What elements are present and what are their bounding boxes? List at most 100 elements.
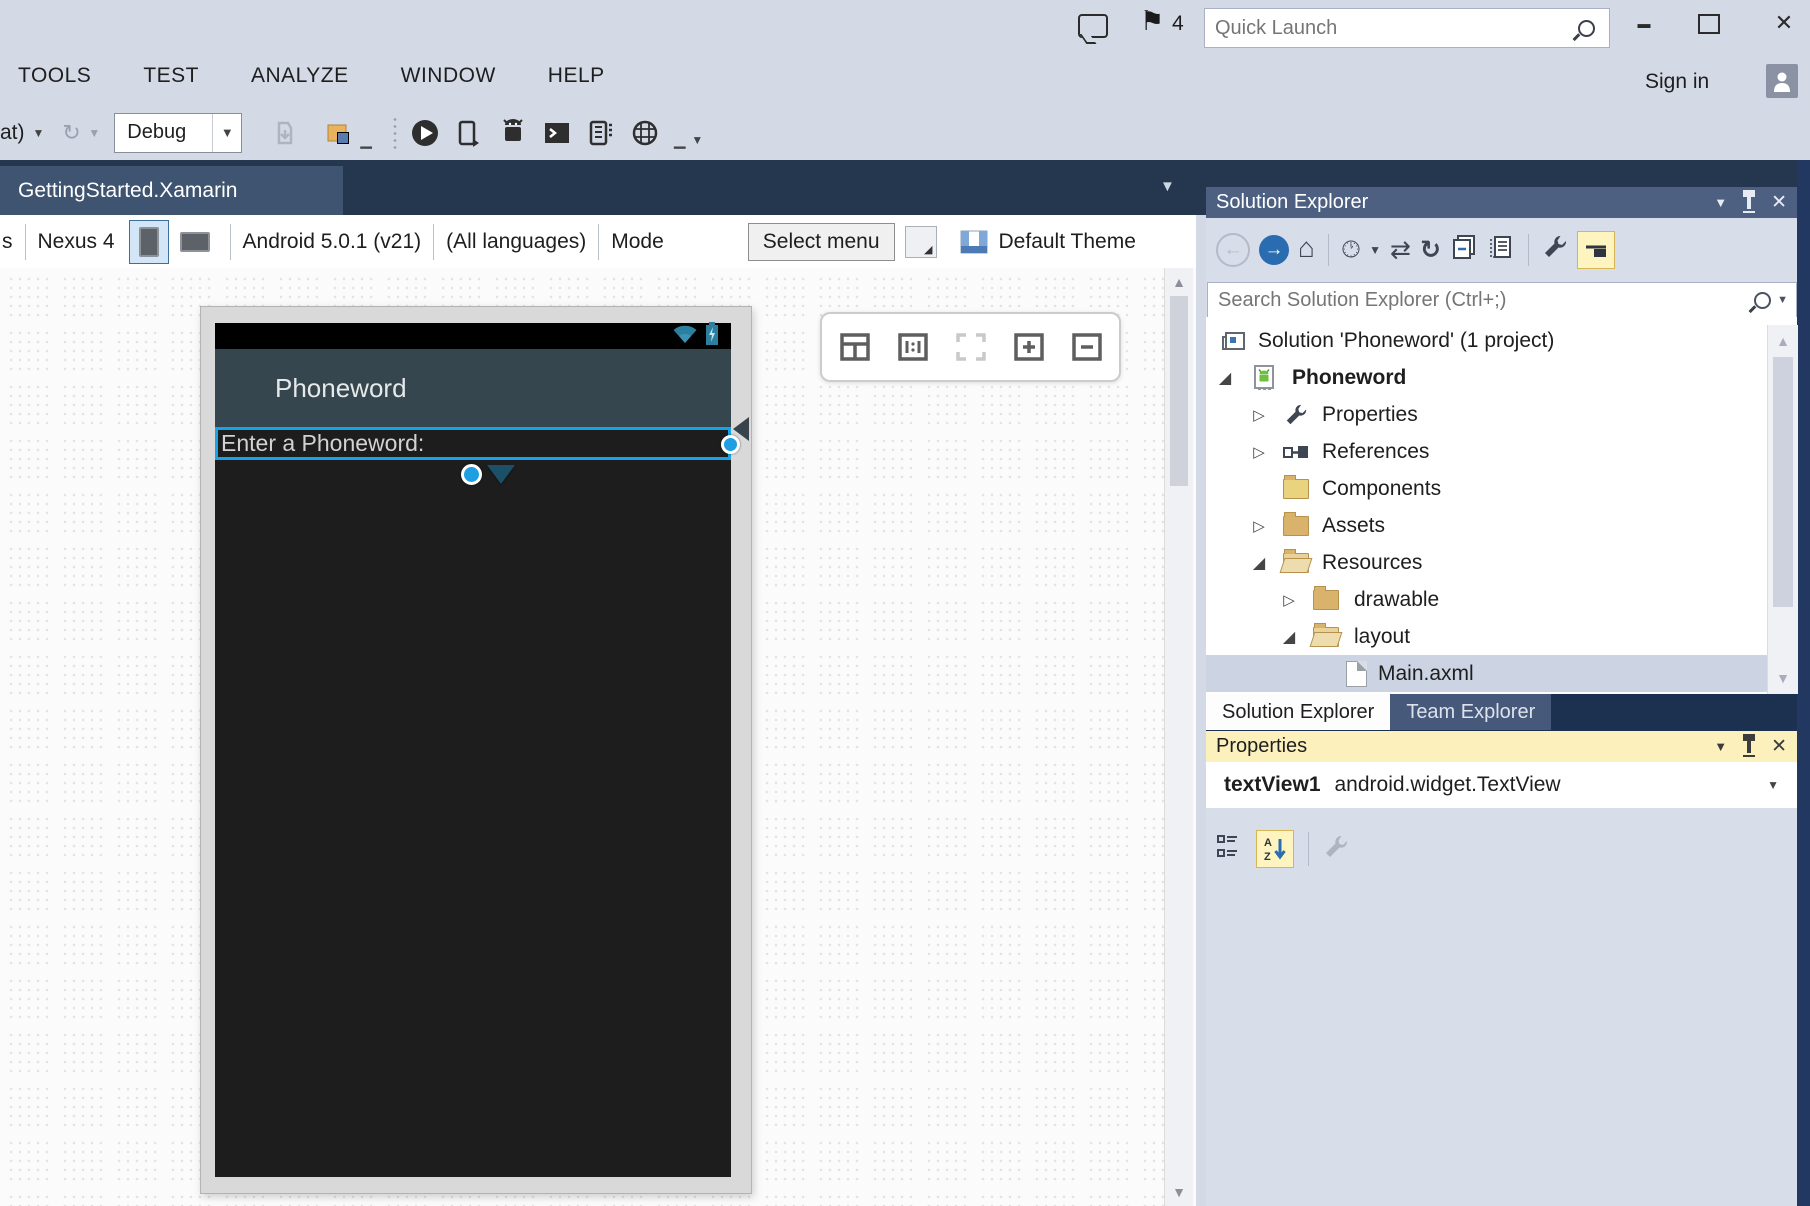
menu-test[interactable]: TEST bbox=[133, 58, 209, 94]
scroll-up-icon[interactable]: ▲ bbox=[1768, 333, 1798, 349]
sign-in-link[interactable]: Sign in bbox=[1645, 70, 1709, 94]
tree-scrollbar[interactable]: ▲ ▼ bbox=[1767, 325, 1798, 694]
preview-selected-items-button[interactable] bbox=[1577, 231, 1615, 269]
tab-list-chevron-icon[interactable]: ▼ bbox=[1160, 178, 1175, 195]
window-position-chevron-icon[interactable]: ▼ bbox=[1714, 739, 1727, 754]
search-icon[interactable] bbox=[1578, 20, 1595, 37]
scroll-down-icon[interactable]: ▼ bbox=[1165, 1184, 1193, 1200]
scroll-down-icon[interactable]: ▼ bbox=[1768, 670, 1798, 686]
designer-scrollbar[interactable]: ▲ ▼ bbox=[1164, 268, 1193, 1206]
scrollbar-thumb[interactable] bbox=[1773, 357, 1793, 607]
properties-object-row[interactable]: textView1 android.widget.TextView ▼ bbox=[1206, 762, 1797, 808]
portrait-button[interactable] bbox=[129, 220, 169, 264]
menu-tools[interactable]: TOOLS bbox=[8, 58, 101, 94]
language-selector[interactable]: (All languages) bbox=[446, 230, 586, 254]
tab-solution-explorer[interactable]: Solution Explorer bbox=[1206, 694, 1390, 730]
minimize-button[interactable]: ▬ bbox=[1622, 8, 1666, 34]
forward-icon[interactable]: → bbox=[1259, 235, 1289, 265]
refresh-icon[interactable]: ↻ bbox=[1420, 235, 1441, 265]
feedback-icon[interactable] bbox=[1078, 14, 1108, 38]
quick-launch-input[interactable] bbox=[1205, 17, 1578, 40]
solution-explorer-titlebar[interactable]: Solution Explorer ▼ ✕ bbox=[1206, 187, 1797, 218]
zoom-in-button[interactable] bbox=[1013, 331, 1045, 363]
notifications-flag-icon[interactable]: ⚑ bbox=[1140, 6, 1164, 37]
platform-combo-truncated[interactable]: at) bbox=[0, 121, 25, 145]
tree-item-resources[interactable]: ◢ Resources bbox=[1206, 544, 1767, 581]
tree-item-solution[interactable]: Solution 'Phoneword' (1 project) bbox=[1206, 322, 1767, 359]
chevron-down-icon[interactable]: ▼ bbox=[691, 133, 703, 147]
action-bar-settings-button[interactable]: ◢ bbox=[905, 226, 937, 258]
chevron-down-icon[interactable]: ▼ bbox=[1369, 243, 1381, 257]
close-icon[interactable]: ✕ bbox=[1771, 735, 1787, 758]
expander-collapsed-icon[interactable]: ▷ bbox=[1248, 406, 1270, 424]
chevron-down-icon[interactable]: ▼ bbox=[1777, 294, 1788, 306]
expander-collapsed-icon[interactable]: ▷ bbox=[1248, 517, 1270, 535]
home-icon[interactable]: ⌂ bbox=[1298, 232, 1315, 264]
android-sdk-icon[interactable] bbox=[496, 116, 530, 150]
maximize-button[interactable] bbox=[1698, 14, 1720, 34]
toolbar-overflow-icon[interactable]: ▁ bbox=[360, 131, 372, 149]
selection-handle-bottom[interactable] bbox=[461, 464, 482, 485]
device-log-icon[interactable] bbox=[584, 116, 618, 150]
tree-item-components[interactable]: Components bbox=[1206, 470, 1767, 507]
os-version-selector[interactable]: Android 5.0.1 (v21) bbox=[243, 230, 422, 254]
user-avatar-icon[interactable] bbox=[1766, 64, 1798, 98]
tab-team-explorer[interactable]: Team Explorer bbox=[1390, 694, 1551, 730]
selection-drag-triangle-icon[interactable] bbox=[487, 465, 515, 484]
debug-combobox[interactable]: Debug ▼ bbox=[114, 113, 242, 153]
alphabetical-sort-button[interactable]: AZ bbox=[1256, 830, 1294, 868]
chevron-down-icon[interactable]: ▼ bbox=[1767, 778, 1779, 792]
menu-help[interactable]: HELP bbox=[538, 58, 615, 94]
properties-titlebar[interactable]: Properties ▼ ✕ bbox=[1206, 731, 1797, 762]
menu-window[interactable]: WINDOW bbox=[391, 58, 506, 94]
mode-label[interactable]: Mode bbox=[611, 230, 664, 254]
device-selector[interactable]: Nexus 4 bbox=[38, 230, 115, 254]
theme-selector[interactable]: Default Theme bbox=[999, 230, 1136, 254]
phone-screen[interactable]: Phoneword Enter a Phoneword: bbox=[215, 323, 731, 1177]
split-view-button[interactable] bbox=[839, 331, 871, 363]
emulator-manager-icon[interactable] bbox=[628, 116, 662, 150]
solution-search-input[interactable] bbox=[1208, 289, 1754, 312]
expander-collapsed-icon[interactable]: ▷ bbox=[1248, 443, 1270, 461]
close-button[interactable]: ✕ bbox=[1762, 10, 1806, 36]
tree-item-drawable[interactable]: ▷ drawable bbox=[1206, 581, 1767, 618]
scrollbar-thumb[interactable] bbox=[1170, 296, 1188, 486]
properties-wrench-icon[interactable] bbox=[1542, 234, 1568, 265]
menu-analyze[interactable]: ANALYZE bbox=[241, 58, 359, 94]
actual-size-button[interactable] bbox=[897, 331, 929, 363]
selected-textview[interactable]: Enter a Phoneword: bbox=[215, 427, 731, 460]
search-icon[interactable] bbox=[1754, 292, 1771, 309]
tree-item-phoneword[interactable]: ◢ Phoneword bbox=[1206, 359, 1767, 396]
switch-views-icon[interactable]: ⇄ bbox=[1390, 235, 1411, 265]
pending-changes-icon[interactable]: 🕐︎ bbox=[1342, 236, 1360, 263]
tree-item-properties[interactable]: ▷ Properties bbox=[1206, 396, 1767, 433]
close-icon[interactable]: ✕ bbox=[1771, 191, 1787, 214]
landscape-button[interactable] bbox=[175, 220, 215, 264]
categorized-view-icon[interactable] bbox=[1216, 832, 1246, 867]
select-menu-button[interactable]: Select menu bbox=[748, 223, 895, 261]
zoom-out-button[interactable] bbox=[1071, 331, 1103, 363]
expander-expanded-icon[interactable]: ◢ bbox=[1248, 553, 1270, 573]
pin-icon[interactable] bbox=[1747, 740, 1751, 753]
run-button[interactable] bbox=[408, 116, 442, 150]
expander-collapsed-icon[interactable]: ▷ bbox=[1278, 591, 1300, 609]
toolbar-overflow-icon[interactable]: ▁ bbox=[674, 131, 686, 149]
tree-item-main-axml[interactable]: Main.axml bbox=[1206, 655, 1767, 692]
expander-expanded-icon[interactable]: ◢ bbox=[1214, 368, 1236, 388]
chevron-down-icon[interactable]: ▼ bbox=[88, 126, 100, 140]
window-position-chevron-icon[interactable]: ▼ bbox=[1714, 195, 1727, 210]
scroll-up-icon[interactable]: ▲ bbox=[1165, 274, 1193, 290]
show-all-files-icon[interactable] bbox=[1487, 233, 1515, 266]
tree-item-references[interactable]: ▷ References bbox=[1206, 433, 1767, 470]
chevron-down-icon[interactable]: ▼ bbox=[212, 114, 241, 152]
pin-icon[interactable] bbox=[1747, 196, 1751, 209]
adb-console-icon[interactable] bbox=[540, 116, 574, 150]
expander-expanded-icon[interactable]: ◢ bbox=[1278, 627, 1300, 647]
new-instance-icon[interactable] bbox=[322, 116, 356, 150]
deploy-device-icon[interactable] bbox=[452, 116, 486, 150]
tree-item-layout[interactable]: ◢ layout bbox=[1206, 618, 1767, 655]
refresh-icon[interactable]: ↻ bbox=[54, 116, 88, 150]
document-tab[interactable]: GettingStarted.Xamarin bbox=[0, 166, 343, 215]
tree-item-assets[interactable]: ▷ Assets bbox=[1206, 507, 1767, 544]
collapse-all-icon[interactable] bbox=[1450, 233, 1478, 266]
